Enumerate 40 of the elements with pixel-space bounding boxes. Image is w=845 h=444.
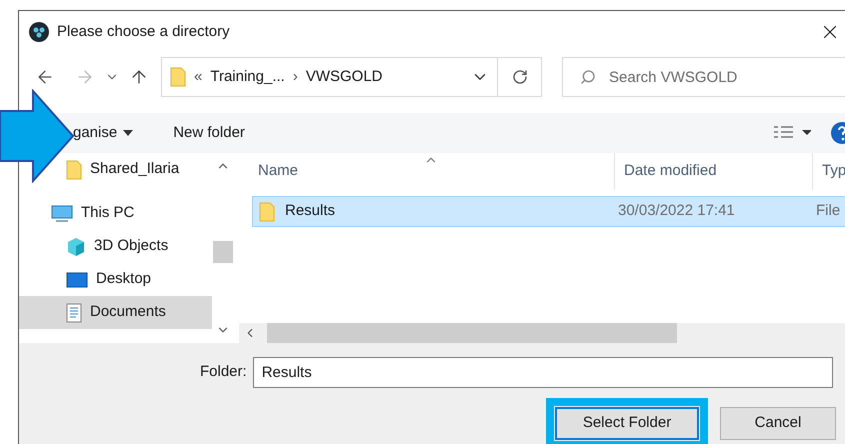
- column-header[interactable]: Date modified: [614, 153, 812, 190]
- refresh-button[interactable]: [498, 57, 542, 97]
- breadcrumb[interactable]: VWSGOLD: [306, 66, 383, 88]
- desktop-icon: [66, 272, 88, 288]
- window-title: Please choose a directory: [57, 22, 230, 42]
- search-icon: [580, 69, 596, 85]
- computer-icon: [51, 204, 73, 222]
- folder-input-field[interactable]: Results: [252, 357, 833, 388]
- folder-icon: [170, 67, 186, 87]
- search-field[interactable]: Search VWSGOLD: [562, 57, 845, 97]
- folder-icon: [66, 160, 82, 180]
- document-icon: [66, 302, 82, 322]
- organise-button[interactable]: ganise: [73, 122, 134, 144]
- breadcrumb[interactable]: Training_...: [210, 66, 285, 88]
- cube-icon: [66, 236, 86, 256]
- breadcrumb-separator[interactable]: ›: [292, 66, 298, 88]
- address-bar[interactable]: « Training_... › VWSGOLD: [161, 57, 498, 97]
- new-folder-button[interactable]: New folder: [173, 122, 245, 144]
- app-logo-icon: [29, 22, 49, 42]
- folder-label: Folder:: [200, 362, 247, 382]
- cancel-button[interactable]: Cancel: [720, 407, 836, 440]
- scrollbar-thumb[interactable]: [213, 241, 233, 263]
- column-header[interactable]: Name: [239, 160, 614, 183]
- overflow-chevrons[interactable]: «: [194, 66, 202, 88]
- folder-icon: [259, 202, 275, 222]
- sidebar-item[interactable]: Desktop: [19, 263, 212, 296]
- sidebar-item[interactable]: Documents: [19, 296, 212, 329]
- sidebar-item[interactable]: Shared_Ilaria: [19, 153, 212, 186]
- scrollbar-thumb[interactable]: [267, 323, 677, 343]
- refresh-icon: [512, 69, 528, 85]
- view-options-icon[interactable]: [773, 125, 811, 141]
- file-name: Results: [285, 201, 336, 222]
- select-folder-button[interactable]: Select Folder: [555, 407, 699, 440]
- file-type: File: [815, 201, 840, 222]
- sidebar-item[interactable]: 3D Objects: [19, 230, 212, 263]
- horizontal-scrollbar[interactable]: [239, 323, 845, 343]
- sidebar-item[interactable]: This PC: [19, 197, 212, 230]
- caret-icon: [123, 130, 134, 136]
- file-row[interactable]: Results 30/03/2022 17:41 File: [252, 196, 845, 227]
- file-date: 30/03/2022 17:41: [617, 201, 736, 222]
